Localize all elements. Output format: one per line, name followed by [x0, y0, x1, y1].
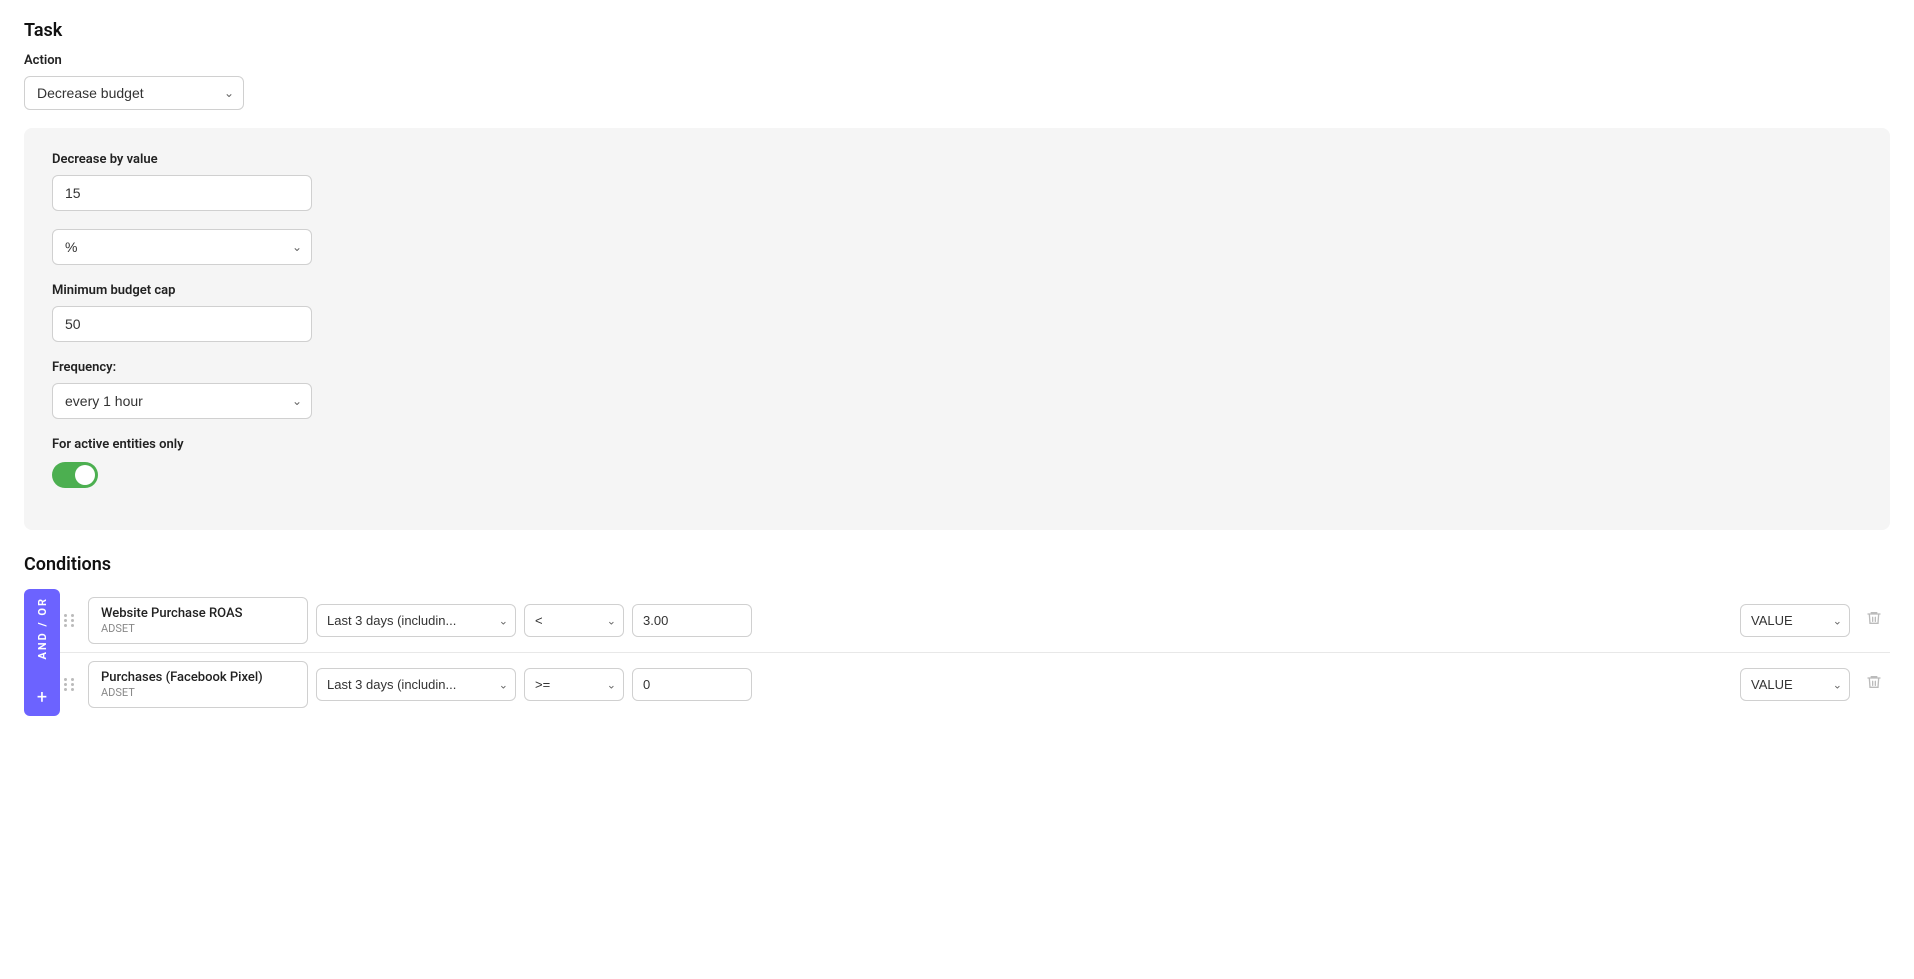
active-entities-group: For active entities only	[52, 437, 1862, 488]
operator-select-wrapper-2: < <= > >= = ⌄	[524, 668, 624, 701]
operator-select-2[interactable]: < <= > >= =	[524, 668, 624, 701]
frequency-label: Frequency:	[52, 360, 1862, 375]
page-container: Task Action Decrease budget Increase bud…	[0, 0, 1914, 736]
conditions-container: AND / OR + Website Purchase ROAS	[24, 589, 1890, 716]
drag-dots-icon-2	[64, 678, 76, 691]
action-label: Action	[24, 53, 1890, 68]
operator-select-1[interactable]: < <= > >= =	[524, 604, 624, 637]
table-row: Website Purchase ROAS ADSET Last 3 days …	[60, 589, 1890, 653]
task-body: Decrease by value % Fixed ⌄ Minimum budg…	[24, 128, 1890, 530]
frequency-group: Frequency: every 1 hour every 2 hours ev…	[52, 360, 1862, 419]
drag-dots-icon	[64, 614, 76, 627]
action-select[interactable]: Decrease budget Increase budget Pause	[24, 76, 244, 110]
minimum-budget-cap-input[interactable]	[52, 306, 312, 342]
condition-type-select-1[interactable]: VALUE	[1740, 604, 1850, 637]
minimum-budget-cap-group: Minimum budget cap	[52, 283, 1862, 342]
metric-sub-2: ADSET	[101, 686, 295, 699]
unit-select-wrapper: % Fixed ⌄	[52, 229, 312, 265]
toggle-slider	[52, 462, 98, 488]
conditions-section: Conditions AND / OR +	[24, 554, 1890, 716]
condition-value-input-1[interactable]	[632, 604, 752, 637]
operator-select-wrapper-1: < <= > >= = ⌄	[524, 604, 624, 637]
time-range-select-wrapper-1: Last 3 days (includin... ⌄	[316, 604, 516, 637]
trash-icon-2	[1866, 674, 1882, 695]
time-range-select-wrapper-2: Last 3 days (includin... ⌄	[316, 668, 516, 701]
frequency-select-wrapper: every 1 hour every 2 hours every 6 hours…	[52, 383, 312, 419]
time-range-select-2[interactable]: Last 3 days (includin...	[316, 668, 516, 701]
and-or-label: AND / OR	[36, 597, 49, 659]
add-condition-button[interactable]: +	[37, 687, 47, 708]
page-title: Task	[24, 20, 1890, 41]
condition-type-select-wrapper-1: VALUE ⌄	[1740, 604, 1850, 637]
decrease-by-value-label: Decrease by value	[52, 152, 1862, 167]
metric-sub-1: ADSET	[101, 622, 295, 635]
condition-metric-2: Purchases (Facebook Pixel) ADSET	[88, 661, 308, 708]
action-select-wrapper: Decrease budget Increase budget Pause ⌄	[24, 76, 244, 110]
condition-type-select-2[interactable]: VALUE	[1740, 668, 1850, 701]
decrease-by-value-group: Decrease by value	[52, 152, 1862, 211]
delete-condition-button-1[interactable]	[1858, 606, 1890, 635]
drag-handle[interactable]	[60, 614, 80, 627]
action-group: Action Decrease budget Increase budget P…	[24, 53, 1890, 110]
metric-name-1: Website Purchase ROAS	[101, 606, 295, 621]
time-range-select-1[interactable]: Last 3 days (includin...	[316, 604, 516, 637]
condition-type-select-wrapper-2: VALUE ⌄	[1740, 668, 1850, 701]
frequency-select[interactable]: every 1 hour every 2 hours every 6 hours…	[52, 383, 312, 419]
minimum-budget-cap-label: Minimum budget cap	[52, 283, 1862, 298]
active-entities-toggle[interactable]	[52, 462, 98, 488]
conditions-rows: Website Purchase ROAS ADSET Last 3 days …	[60, 589, 1890, 716]
active-entities-label: For active entities only	[52, 437, 1862, 452]
conditions-title: Conditions	[24, 554, 1890, 575]
unit-group: % Fixed ⌄	[52, 229, 1862, 265]
table-row: Purchases (Facebook Pixel) ADSET Last 3 …	[60, 653, 1890, 716]
condition-value-input-2[interactable]	[632, 668, 752, 701]
and-or-badge[interactable]: AND / OR +	[24, 589, 60, 716]
condition-metric-1: Website Purchase ROAS ADSET	[88, 597, 308, 644]
trash-icon-1	[1866, 610, 1882, 631]
delete-condition-button-2[interactable]	[1858, 670, 1890, 699]
drag-handle-2[interactable]	[60, 678, 80, 691]
metric-name-2: Purchases (Facebook Pixel)	[101, 670, 295, 685]
decrease-by-value-input[interactable]	[52, 175, 312, 211]
unit-select[interactable]: % Fixed	[52, 229, 312, 265]
